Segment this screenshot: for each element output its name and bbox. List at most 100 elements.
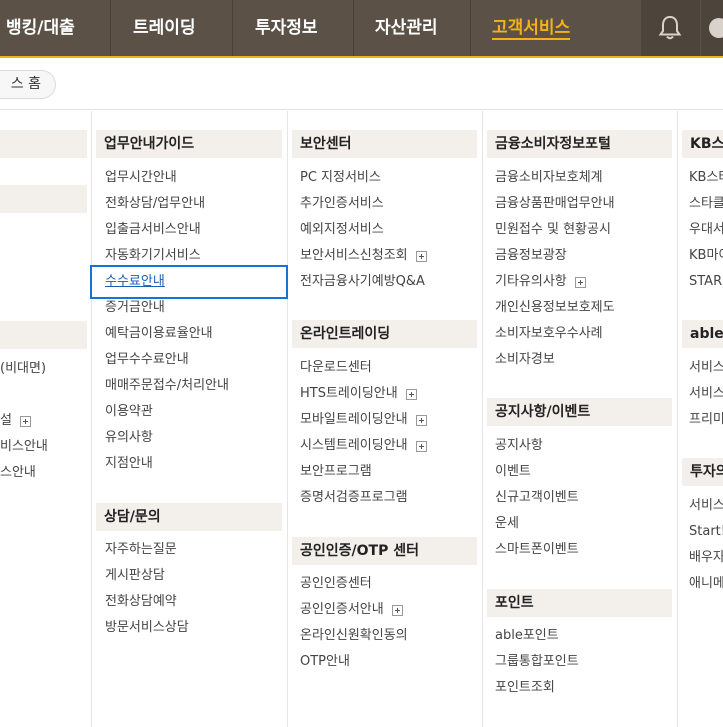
nav-customer-service[interactable]: 고객서비스: [492, 0, 571, 56]
menu-link[interactable]: 배우자: [689, 545, 723, 571]
menu-link[interactable]: 모바일트레이딩안내: [300, 407, 427, 433]
menu-link[interactable]: 온라인신원확인동의: [300, 623, 408, 649]
section-header-business-guide: 업무안내가이드: [96, 130, 282, 158]
nav-banking-loan[interactable]: 뱅킹/대출: [6, 0, 75, 56]
menu-link[interactable]: Start!: [689, 519, 723, 545]
menu-link[interactable]: 업무수수료안내: [105, 347, 229, 373]
list-item-label: 스안내: [0, 465, 36, 480]
menu-link[interactable]: 전자금융사기예방Q&A: [300, 269, 427, 295]
expand-plus-icon[interactable]: [415, 250, 427, 262]
user-menu-button[interactable]: [701, 0, 723, 56]
col0-links: (비대면) 설 비스안내 스안내: [0, 356, 48, 486]
menu-link[interactable]: 업무시간안내: [105, 165, 229, 191]
notification-button[interactable]: [641, 0, 700, 56]
menu-link[interactable]: 이벤트: [495, 459, 579, 485]
section-header-online-trading: 온라인트레이딩: [292, 320, 477, 348]
menu-link[interactable]: 예탁금이용료율안내: [105, 321, 229, 347]
menu-link[interactable]: 게시판상담: [105, 563, 189, 589]
menu-link[interactable]: 지점안내: [105, 451, 229, 477]
menu-link[interactable]: 자주하는질문: [105, 537, 189, 563]
menu-link[interactable]: 다운로드센터: [300, 355, 427, 381]
menu-link[interactable]: 금융소비자보호체계: [495, 165, 615, 191]
menu-link[interactable]: PC 지정서비스: [300, 165, 427, 191]
menu-link[interactable]: 매매주문접수/처리안내: [105, 373, 229, 399]
nav-separator: [353, 0, 354, 56]
menu-link[interactable]: 증명서검증프로그램: [300, 485, 427, 511]
menu-link[interactable]: 서비스: [689, 355, 723, 381]
menu-link[interactable]: 서비스: [689, 493, 723, 519]
expand-plus-icon[interactable]: [415, 440, 427, 452]
nav-separator: [232, 0, 233, 56]
list-item-label: 설: [0, 413, 12, 428]
business-guide-links: 업무시간안내 전화상담/업무안내 입출금서비스안내 자동화기기서비스 수수료안내…: [105, 165, 229, 477]
expand-plus-icon[interactable]: [391, 604, 403, 616]
menu-link[interactable]: 그룹통합포인트: [495, 649, 579, 675]
menu-link[interactable]: OTP안내: [300, 649, 408, 675]
menu-link[interactable]: able포인트: [495, 623, 579, 649]
menu-link[interactable]: 애니메: [689, 571, 723, 597]
bell-icon: [658, 15, 682, 40]
menu-link[interactable]: 신규고객이벤트: [495, 485, 579, 511]
breadcrumb: 스 홈: [0, 58, 723, 110]
menu-link-label: 기타유의사항: [495, 274, 567, 289]
list-item[interactable]: (비대면): [0, 356, 48, 382]
menu-link[interactable]: 전화상담/업무안내: [105, 191, 229, 217]
menu-link[interactable]: KB스타: [689, 165, 723, 191]
menu-link[interactable]: 소비자경보: [495, 347, 615, 373]
column-divider: [91, 111, 92, 727]
list-item[interactable]: 스안내: [0, 460, 48, 486]
breadcrumb-home[interactable]: 스 홈: [0, 70, 56, 99]
menu-link[interactable]: 입출금서비스안내: [105, 217, 229, 243]
menu-link[interactable]: 포인트조회: [495, 675, 579, 701]
menu-link[interactable]: 소비자보호우수사례: [495, 321, 615, 347]
menu-link[interactable]: 프리미: [689, 407, 723, 433]
menu-link[interactable]: STAR+: [689, 269, 723, 295]
menu-link[interactable]: 운세: [495, 511, 579, 537]
menu-link[interactable]: 서비스: [689, 381, 723, 407]
expand-plus-icon[interactable]: [415, 414, 427, 426]
menu-link[interactable]: 스타클: [689, 191, 723, 217]
selection-highlight: [90, 265, 288, 299]
active-underline: [492, 38, 571, 40]
nav-trading[interactable]: 트레이딩: [133, 0, 196, 56]
menu-link[interactable]: 방문서비스상담: [105, 615, 189, 641]
top-navigation: 뱅킹/대출 트레이딩 투자정보 자산관리 고객서비스: [0, 0, 723, 56]
menu-link[interactable]: 추가인증서비스: [300, 191, 427, 217]
menu-link[interactable]: 이용약관: [105, 399, 229, 425]
nav-asset-management[interactable]: 자산관리: [375, 0, 438, 56]
menu-link[interactable]: 공인인증서안내: [300, 597, 408, 623]
menu-link[interactable]: 보안서비스신청조회: [300, 243, 427, 269]
menu-link[interactable]: 공지사항: [495, 433, 579, 459]
menu-link[interactable]: 금융정보광장: [495, 243, 615, 269]
menu-link[interactable]: HTS트레이딩안내: [300, 381, 427, 407]
expand-plus-icon[interactable]: [574, 276, 586, 288]
menu-link[interactable]: 우대서: [689, 217, 723, 243]
menu-link[interactable]: 시스템트레이딩안내: [300, 433, 427, 459]
menu-link[interactable]: 보안프로그램: [300, 459, 427, 485]
menu-link-label: 시스템트레이딩안내: [300, 438, 408, 453]
expand-plus-icon[interactable]: [19, 415, 31, 427]
section-header-cert-otp: 공인인증/OTP 센터: [292, 537, 477, 565]
section-header-points: 포인트: [487, 589, 672, 617]
menu-link[interactable]: 민원접수 및 현황공시: [495, 217, 615, 243]
nav-separator: [470, 0, 471, 56]
column-divider: [287, 111, 288, 727]
expand-plus-icon[interactable]: [405, 388, 417, 400]
kbstar-links-container: KB스타 스타클 우대서 KB마이 STAR+: [682, 165, 723, 300]
cert-otp-links: 공인인증센터 공인인증서안내 온라인신원확인동의 OTP안내: [300, 571, 408, 675]
menu-link[interactable]: 금융상품판매업무안내: [495, 191, 615, 217]
menu-link[interactable]: 스마트폰이벤트: [495, 537, 579, 563]
user-circle-icon: [709, 18, 723, 38]
menu-link[interactable]: 유의사항: [105, 425, 229, 451]
nav-investment-info[interactable]: 투자정보: [255, 0, 318, 56]
list-item[interactable]: 비스안내: [0, 434, 48, 460]
list-item[interactable]: 설: [0, 408, 48, 434]
menu-link[interactable]: 공인인증센터: [300, 571, 408, 597]
menu-link[interactable]: 전화상담예약: [105, 589, 189, 615]
column-divider: [482, 111, 483, 727]
menu-link[interactable]: 기타유의사항: [495, 269, 615, 295]
menu-link[interactable]: KB마이: [689, 243, 723, 269]
menu-link[interactable]: 예외지정서비스: [300, 217, 427, 243]
menu-link[interactable]: 개인신용정보보호제도: [495, 295, 615, 321]
section-header-consultation: 상담/문의: [96, 503, 282, 531]
